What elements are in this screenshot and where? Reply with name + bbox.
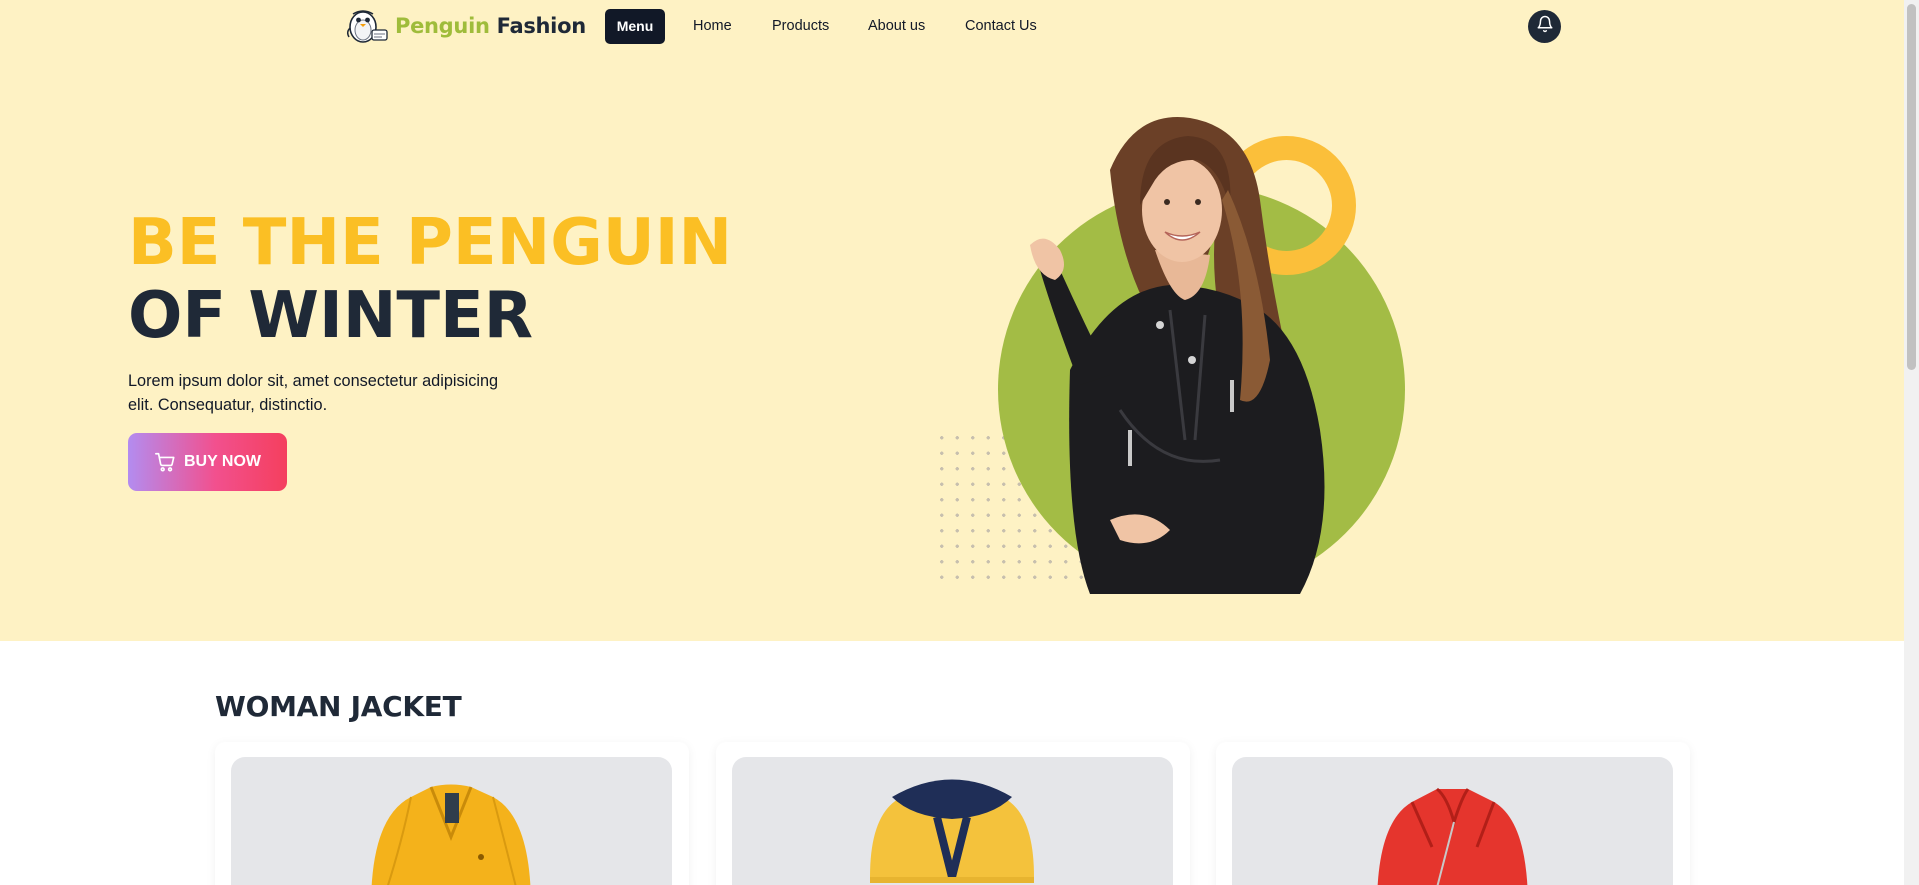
- menu-button[interactable]: Menu: [605, 9, 665, 44]
- penguin-logo-icon: [343, 8, 389, 44]
- nav-link-home[interactable]: Home: [693, 9, 732, 44]
- page-scrollbar[interactable]: [1904, 0, 1919, 885]
- hero-model-image: [1030, 117, 1325, 594]
- notification-button[interactable]: [1528, 10, 1561, 43]
- top-navbar: Penguin Fashion Menu Home Products About…: [0, 0, 1904, 52]
- nav-link-contact-us[interactable]: Contact Us: [965, 9, 1037, 44]
- section-title-woman-jacket: WOMAN JACKET: [215, 690, 462, 723]
- product-image-yellow-hooded-jacket: [732, 757, 1173, 885]
- bell-icon: [1536, 15, 1554, 38]
- nav-link-about-us[interactable]: About us: [868, 9, 925, 44]
- buy-now-label: BUY NOW: [183, 453, 262, 470]
- brand-logo[interactable]: Penguin Fashion: [343, 7, 586, 45]
- hero-description: Lorem ipsum dolor sit, amet consectetur …: [128, 372, 499, 414]
- cart-icon: [154, 451, 176, 473]
- hero-section: Penguin Fashion Menu Home Products About…: [0, 0, 1904, 641]
- nav-link-products[interactable]: Products: [772, 9, 829, 44]
- buy-now-button[interactable]: BUY NOW: [128, 433, 287, 491]
- brand-name-word1: Penguin: [395, 14, 490, 38]
- product-card[interactable]: [1216, 742, 1690, 885]
- scrollbar-thumb[interactable]: [1907, 4, 1916, 370]
- headline-line-2: OF WINTER: [128, 279, 534, 353]
- product-image-red-leather-jacket: [1232, 757, 1673, 885]
- product-card[interactable]: [716, 742, 1190, 885]
- hero-headline: BE THE PENGUIN OF WINTER: [128, 211, 732, 348]
- product-image-yellow-jacket: [231, 757, 672, 885]
- brand-name: Penguin Fashion: [395, 14, 586, 38]
- brand-name-word2: Fashion: [496, 14, 587, 38]
- headline-line-1: BE THE PENGUIN: [128, 206, 733, 280]
- product-card[interactable]: [215, 742, 689, 885]
